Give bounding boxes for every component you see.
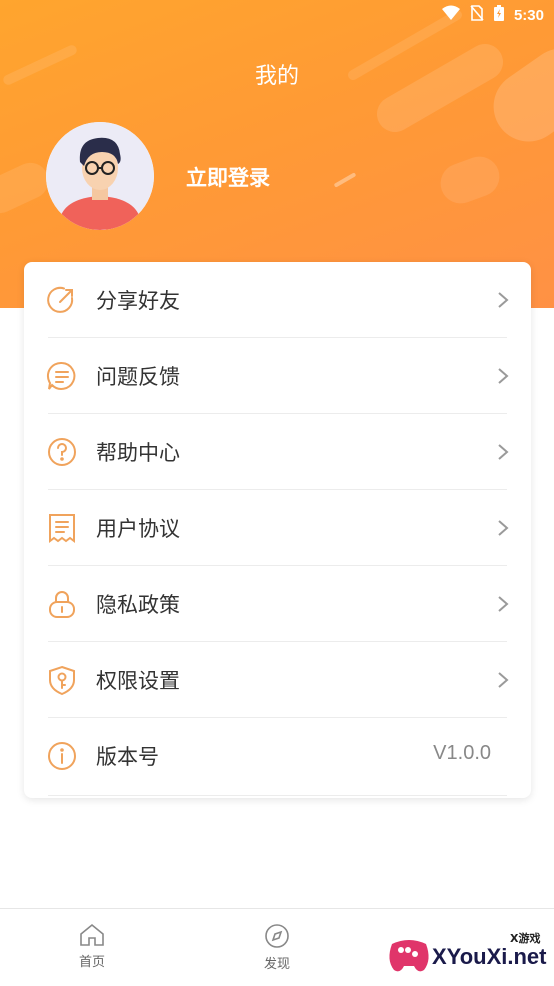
chevron-right-icon [497,366,509,386]
chevron-right-icon [497,670,509,690]
tab-label: 首页 [78,955,105,970]
menu-item-privacy[interactable]: 隐私政策 [24,566,531,642]
info-icon [46,740,78,772]
watermark: X游戏 XYouXi.net [380,922,554,982]
menu-item-permissions[interactable]: 权限设置 [24,642,531,718]
menu-label: 隐私政策 [96,593,180,617]
login-button[interactable]: 立即登录 [186,162,270,192]
chevron-right-icon [497,442,509,462]
avatar[interactable] [46,122,154,230]
gamepad-logo-icon [389,940,429,972]
menu-label: 版本号 [96,745,159,769]
menu-label: 帮助中心 [96,441,180,465]
chevron-right-icon [497,290,509,310]
version-value: V1.0.0 [433,742,491,764]
watermark-text: XYouXi.net [432,944,547,969]
tab-label: 发现 [263,957,290,972]
menu-label: 权限设置 [96,669,180,693]
feedback-icon [46,360,78,392]
shield-key-icon [46,664,78,696]
divider [48,795,507,796]
battery-charging-icon [493,5,504,25]
header-decoration [434,150,506,210]
agreement-icon [46,512,78,544]
menu-card: 分享好友 问题反馈 帮助中心 用户协议 隐私政策 权限设置 版本号 V1.0.0 [24,262,531,798]
tab-home[interactable]: 首页 [32,909,152,986]
page-title: 我的 [254,64,299,89]
home-icon [80,923,104,946]
menu-item-user-agreement[interactable]: 用户协议 [24,490,531,566]
menu-label: 用户协议 [96,517,180,541]
lock-icon [46,588,78,620]
compass-icon [265,924,289,948]
menu-label: 问题反馈 [96,365,180,389]
menu-label: 分享好友 [96,289,180,313]
no-sim-icon [470,5,484,25]
menu-item-help[interactable]: 帮助中心 [24,414,531,490]
status-bar: 5:30 [0,0,554,30]
menu-item-feedback[interactable]: 问题反馈 [24,338,531,414]
menu-item-version: 版本号 V1.0.0 [24,718,531,794]
chevron-right-icon [497,518,509,538]
tab-discover[interactable]: 发现 [217,909,337,986]
share-icon [46,284,78,316]
menu-item-share[interactable]: 分享好友 [24,262,531,338]
status-time: 5:30 [513,6,544,24]
chevron-right-icon [497,594,509,614]
wifi-icon [441,5,460,25]
header-decoration [333,172,357,188]
help-icon [46,436,78,468]
